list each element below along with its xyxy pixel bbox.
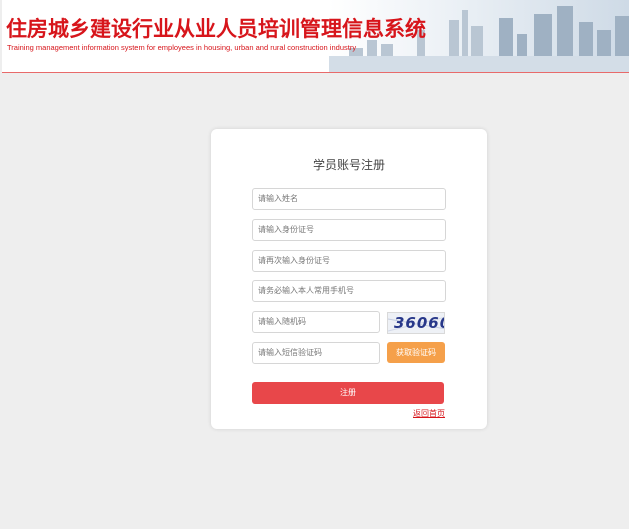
sms-code-input[interactable]: 请输入短信验证码 xyxy=(252,342,380,364)
phone-input[interactable]: 请务必输入本人常用手机号 xyxy=(252,280,446,302)
form-title: 学员账号注册 xyxy=(312,158,385,172)
back-home-link[interactable]: 返回首页 xyxy=(413,408,445,419)
register-button[interactable]: 注册 xyxy=(252,382,444,404)
id-number-confirm-input[interactable]: 请再次输入身份证号 xyxy=(252,250,446,272)
captcha-image[interactable]: 36060 xyxy=(387,312,445,334)
captcha-input[interactable]: 请输入随机码 xyxy=(252,311,380,333)
get-sms-code-button[interactable]: 获取验证码 xyxy=(387,342,445,363)
page-header: 住房城乡建设行业从业人员培训管理信息系统 Training management… xyxy=(2,0,629,73)
system-subtitle: Training management information system f… xyxy=(7,43,357,52)
captcha-text: 36060 xyxy=(394,314,444,332)
system-title: 住房城乡建设行业从业人员培训管理信息系统 xyxy=(6,17,426,41)
register-card: 学员账号注册 请输入姓名 请输入身份证号 请再次输入身份证号 请务必输入本人常用… xyxy=(211,129,487,429)
name-input[interactable]: 请输入姓名 xyxy=(252,188,446,210)
id-number-input[interactable]: 请输入身份证号 xyxy=(252,219,446,241)
